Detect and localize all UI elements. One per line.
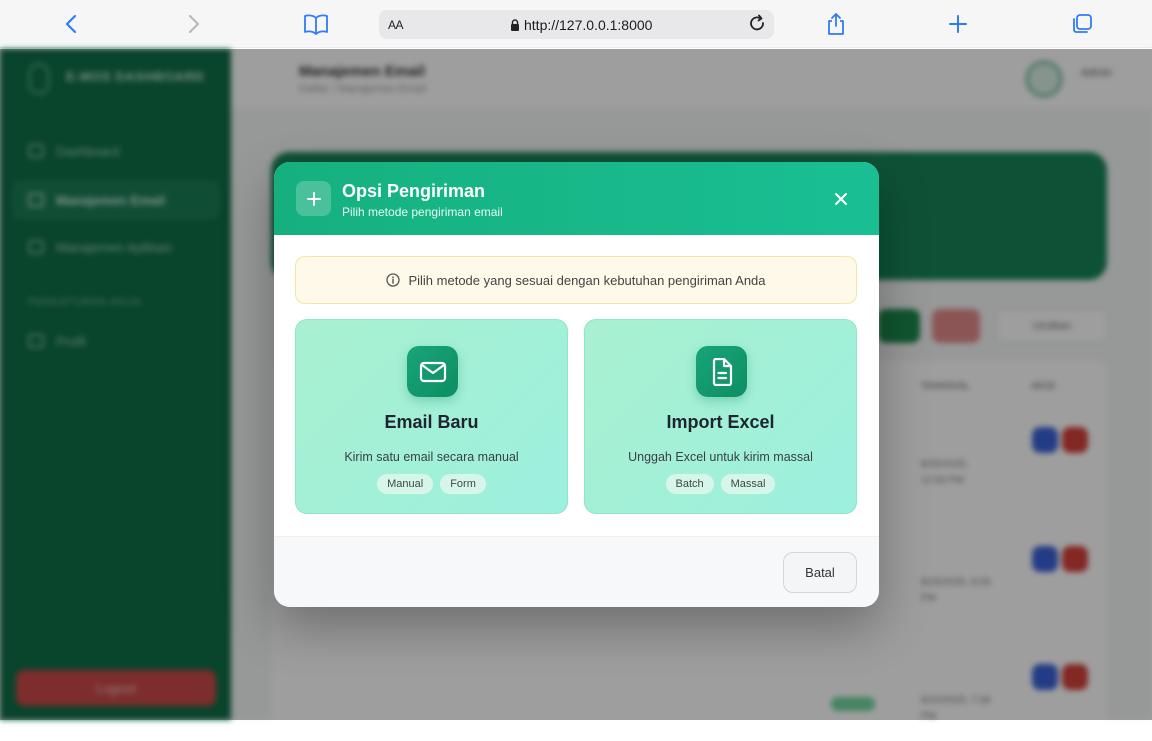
chevron-left-icon <box>65 14 77 34</box>
tabs-button[interactable] <box>1066 8 1098 40</box>
file-icon <box>696 346 747 397</box>
browser-toolbar: AA http://127.0.0.1:8000 <box>0 0 1152 48</box>
forward-button[interactable] <box>178 8 210 40</box>
option-tags: Batch Massal <box>585 474 856 494</box>
info-icon <box>386 273 401 287</box>
option-title: Import Excel <box>666 412 775 432</box>
tag-manual: Manual <box>377 474 434 494</box>
share-button[interactable] <box>820 8 852 40</box>
modal-title: Opsi Pengiriman <box>342 181 486 201</box>
url-text: http://127.0.0.1:8000 <box>524 17 653 33</box>
send-options-modal: Opsi Pengiriman Pilih metode pengiriman … <box>274 162 879 607</box>
text-size-button[interactable]: AA <box>388 18 404 32</box>
option-description: Unggah Excel untuk kirim massal <box>628 450 813 464</box>
option-title: Email Baru <box>384 412 479 432</box>
chevron-right-icon <box>188 14 200 34</box>
option-description: Kirim satu email secara manual <box>344 450 519 464</box>
modal-header: Opsi Pengiriman Pilih metode pengiriman … <box>274 162 879 235</box>
cancel-button[interactable]: Batal <box>783 552 857 593</box>
option-card-import-excel[interactable]: Import Excel Unggah Excel untuk kirim ma… <box>584 319 857 514</box>
modal-subtitle: Pilih metode pengiriman email <box>342 205 503 219</box>
address-bar[interactable]: AA http://127.0.0.1:8000 <box>379 10 774 39</box>
back-button[interactable] <box>55 8 87 40</box>
tag-batch: Batch <box>665 474 714 494</box>
url-display[interactable]: http://127.0.0.1:8000 <box>510 17 652 33</box>
plus-icon <box>949 15 967 33</box>
book-icon <box>304 14 328 35</box>
lock-icon <box>511 19 519 31</box>
close-button[interactable] <box>829 187 853 211</box>
new-tab-button[interactable] <box>942 8 974 40</box>
plus-icon <box>296 181 331 216</box>
tag-form: Form <box>440 474 486 494</box>
mail-icon <box>407 346 458 397</box>
info-alert: Pilih metode yang sesuai dengan kebutuha… <box>295 256 857 304</box>
close-icon <box>835 193 847 205</box>
reload-icon[interactable] <box>748 14 768 34</box>
tabs-icon <box>1073 14 1092 33</box>
info-text: Pilih metode yang sesuai dengan kebutuha… <box>408 272 766 288</box>
bookmarks-button[interactable] <box>300 8 332 40</box>
share-icon <box>828 13 844 35</box>
option-card-new-email[interactable]: Email Baru Kirim satu email secara manua… <box>295 319 568 514</box>
option-tags: Manual Form <box>296 474 567 494</box>
modal-footer: Batal <box>274 536 879 607</box>
tag-massal: Massal <box>720 474 776 494</box>
